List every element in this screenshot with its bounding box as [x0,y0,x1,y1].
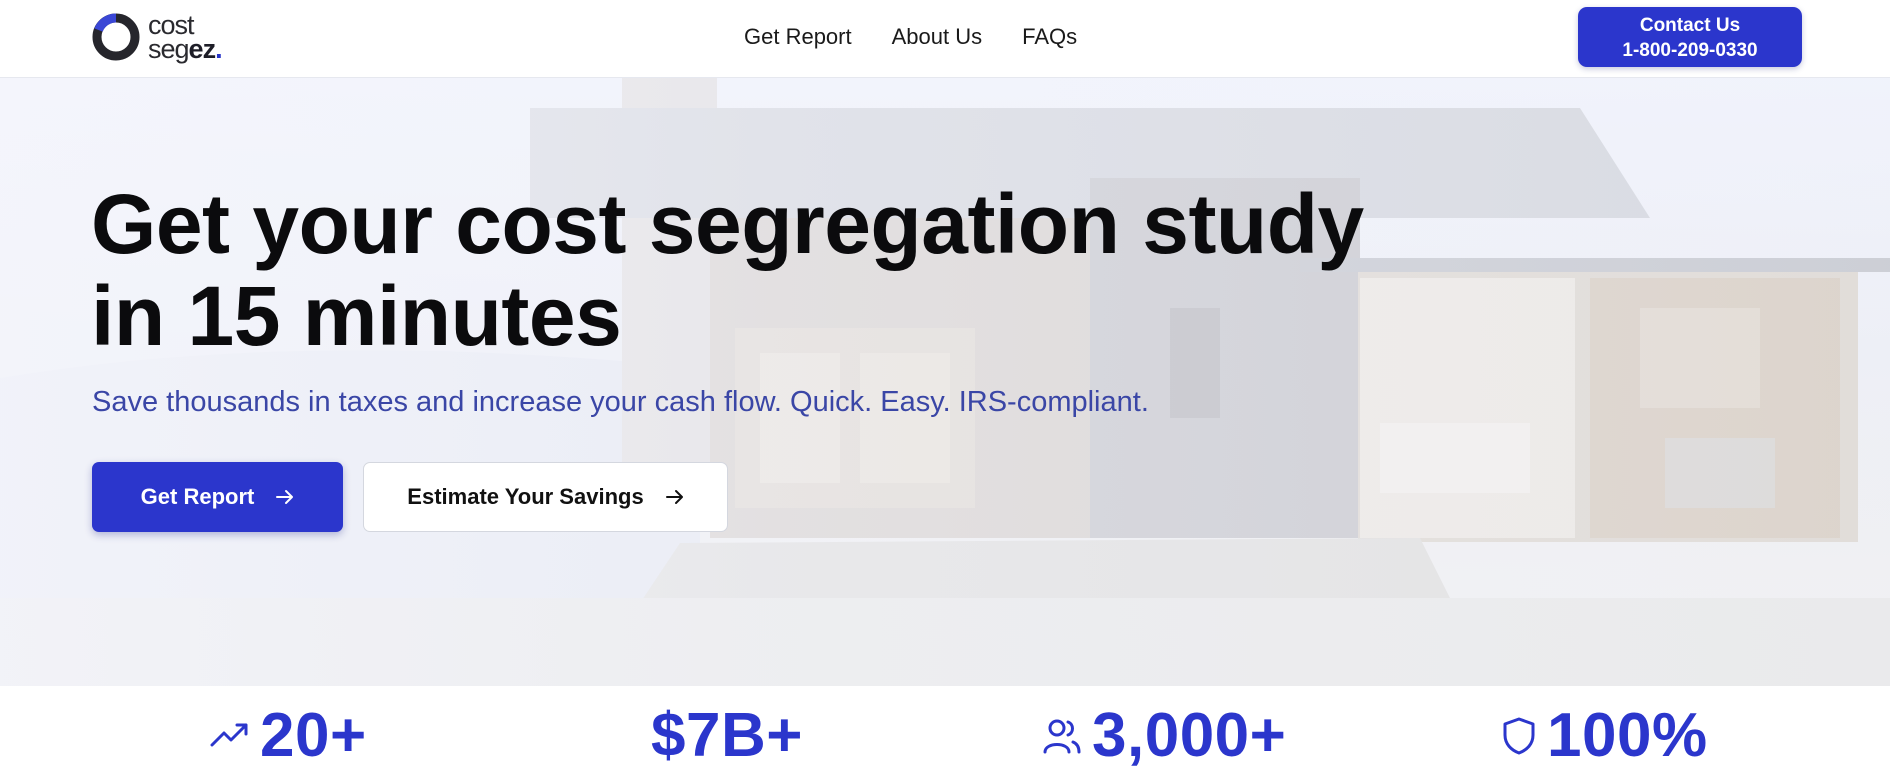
hero-headline: Get your cost segregation study in 15 mi… [91,178,1491,362]
logo-seg: seg [148,34,190,64]
arrow-right-icon [276,490,294,504]
hero-section: Get your cost segregation study in 15 mi… [0,78,1890,686]
contact-phone: 1-800-209-0330 [1622,40,1758,61]
logo-line-2: segez. [148,34,223,64]
get-report-label: Get Report [140,484,255,509]
nav-about-us[interactable]: About Us [892,24,983,50]
stat-value: 100% [1547,701,1708,770]
stat-years: 20+ [210,700,367,771]
contact-us-button[interactable]: Contact Us 1-800-209-0330 [1578,7,1802,67]
arrow-right-icon [665,490,683,504]
estimate-savings-button[interactable]: Estimate Your Savings [363,462,728,532]
logo-text: cost segez. [148,12,223,64]
users-icon [1043,719,1081,753]
nav-faqs[interactable]: FAQs [1022,24,1077,50]
estimate-savings-label: Estimate Your Savings [407,484,644,509]
main-nav: Get Report About Us FAQs [744,24,1077,50]
stat-value: 3,000+ [1092,701,1287,770]
get-report-button[interactable]: Get Report [92,462,343,532]
logo-ez: ez [188,34,217,64]
nav-get-report[interactable]: Get Report [744,24,852,50]
logo[interactable]: cost segez. [91,12,223,64]
stat-value: $7B+ [651,701,803,770]
stat-value: 20+ [260,701,367,770]
shield-icon [1503,717,1535,754]
logo-dot: . [215,34,222,64]
trending-up-icon [210,723,248,746]
hero-subhead: Save thousands in taxes and increase you… [92,386,1149,418]
stat-compliance: 100% [1501,700,1708,771]
stats-bar: 20+ $7B+ 3,000+ 100% [0,686,1890,777]
stat-savings: $7B+ [651,700,803,771]
headline-line-1: Get your cost segregation study [91,177,1364,271]
headline-line-2: in 15 minutes [91,269,622,363]
logo-ring-icon [92,13,140,61]
hero-overlay [0,78,1890,686]
contact-label: Contact Us [1639,15,1741,36]
site-header: cost segez. Get Report About Us FAQs Con… [0,0,1890,78]
stat-clients: 3,000+ [1042,700,1286,771]
